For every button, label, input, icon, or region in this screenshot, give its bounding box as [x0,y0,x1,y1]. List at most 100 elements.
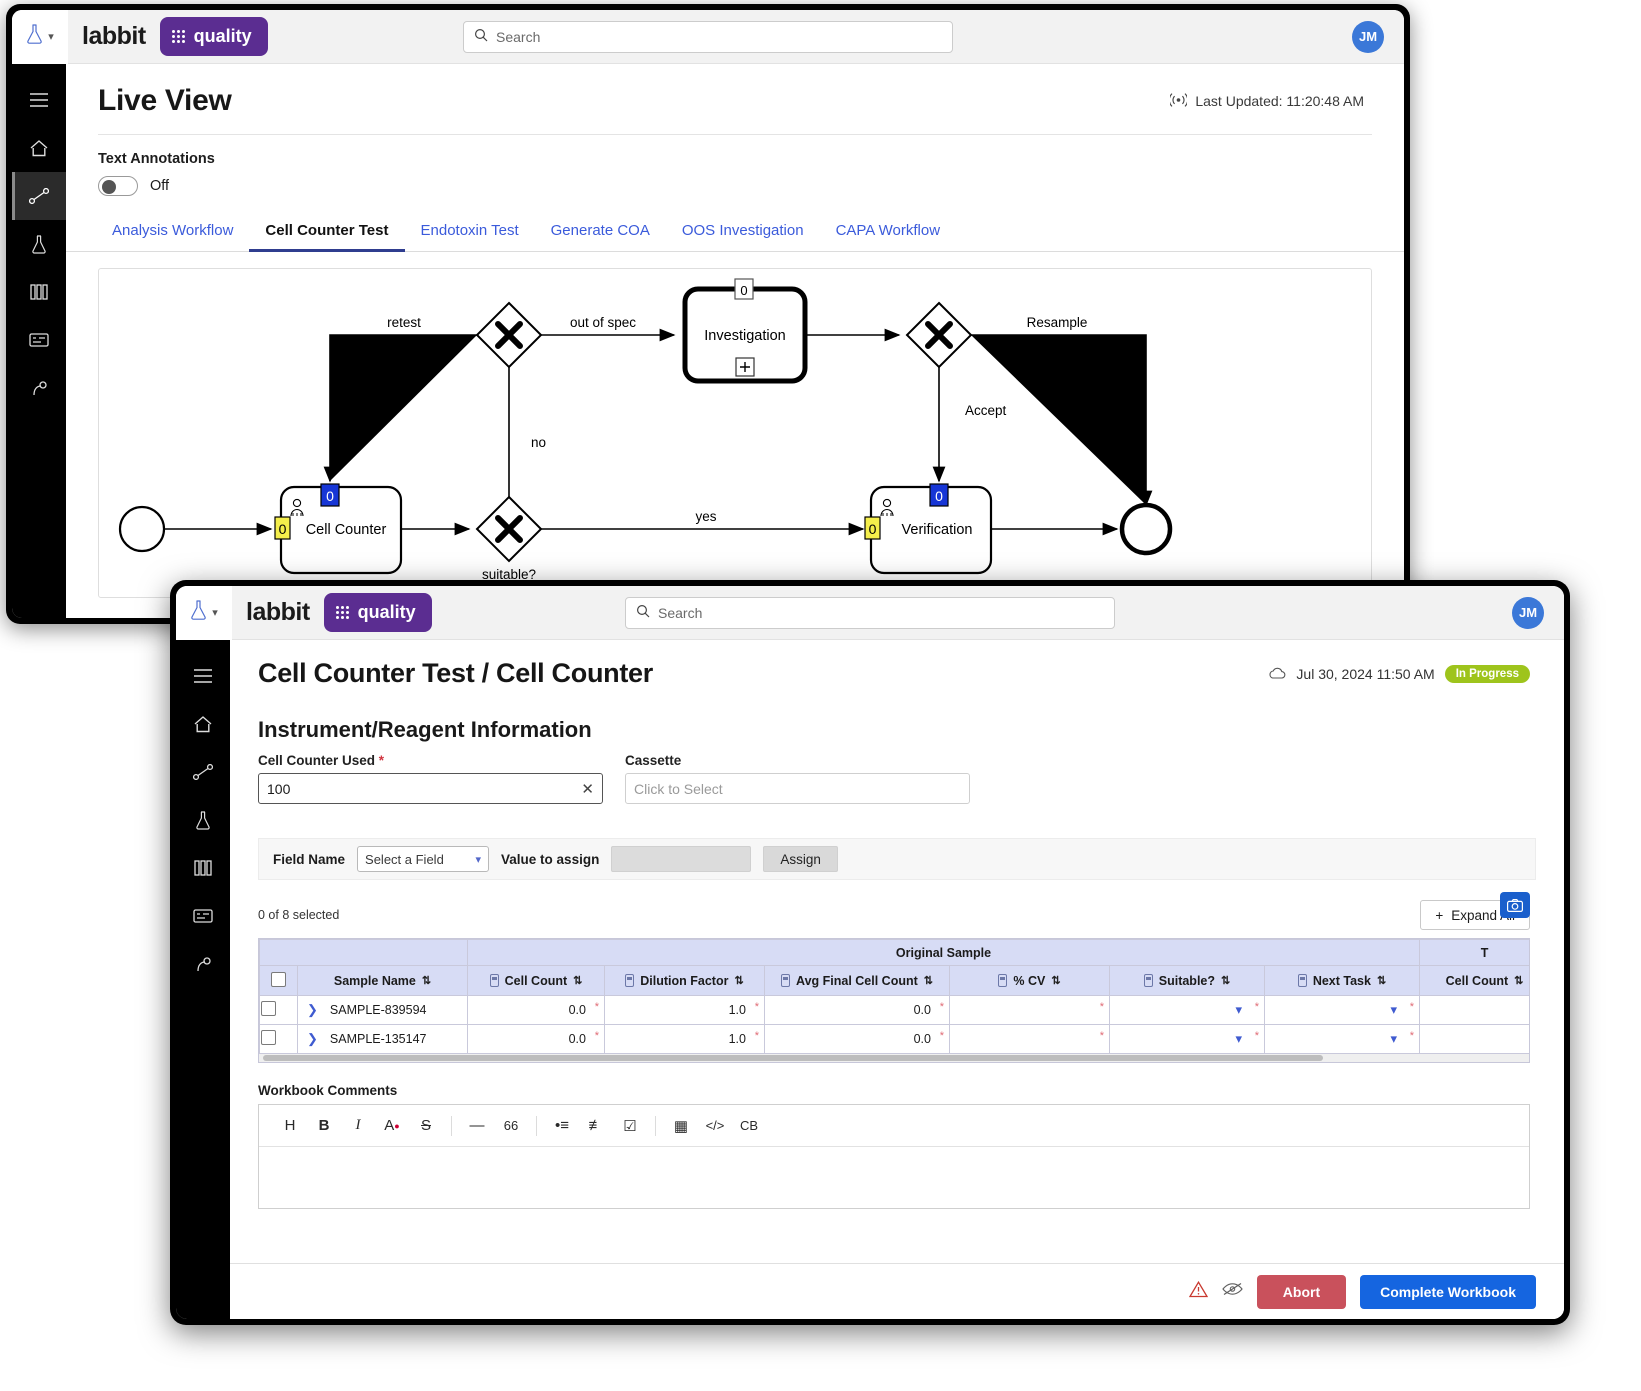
th-next-task[interactable]: Next Task ⇅ [1263,965,1421,996]
sidebar-item-samples-w2[interactable] [176,844,230,892]
cell-avg-final-cell-count[interactable]: 0.0 * [764,995,950,1025]
sidebar-item-home[interactable] [12,124,66,172]
avatar-w1[interactable]: JM [1352,20,1384,53]
chevron-down-icon-suitable[interactable]: ▾ [1235,1002,1242,1018]
bpmn-diagram-canvas[interactable]: 0 0 Cell Counter suitable? no retest out… [98,268,1372,598]
chevron-down-icon-next-task[interactable]: ▾ [1390,1002,1397,1018]
cell-dilution-factor[interactable]: 1.0 * [604,995,765,1025]
chevron-down-icon-next-task[interactable]: ▾ [1390,1031,1397,1047]
sidebar-item-experiments-w2[interactable] [176,796,230,844]
sidebar-item-reports[interactable] [12,364,66,412]
chevron-down-icon-suitable[interactable]: ▾ [1235,1031,1242,1047]
workbook-comments-editor[interactable]: H B I A ● S — 66 •≡ ≢ ☑ ▦ </> CB [258,1104,1530,1209]
warning-icon[interactable] [1188,1280,1208,1303]
cell-cell-count-2[interactable] [1419,995,1529,1025]
th-select-all[interactable] [259,965,298,996]
th-avg-final-cell-count[interactable]: Avg Final Cell Count ⇅ [764,965,950,996]
tab-generate-coa[interactable]: Generate COA [535,222,666,251]
tab-cell-counter-test[interactable]: Cell Counter Test [249,222,405,252]
sidebar-item-menu-w2[interactable] [176,652,230,700]
sidebar-item-reports-w2[interactable] [176,940,230,988]
th-dilution-factor[interactable]: Dilution Factor ⇅ [604,965,765,996]
app-chip-quality-w2[interactable]: quality [323,593,432,632]
tab-capa-workflow[interactable]: CAPA Workflow [820,222,956,251]
bold-icon[interactable]: B [307,1111,341,1141]
clear-icon[interactable]: ✕ [581,780,594,798]
sidebar-item-menu[interactable] [12,76,66,124]
workspace-switcher-w2[interactable]: ▾ [176,586,232,640]
cell-cell-count[interactable]: 0.0 * [467,995,605,1025]
camera-button[interactable] [1500,892,1530,918]
cell-dilution-factor[interactable]: 1.0 * [604,1024,765,1054]
cell-suitable[interactable]: ▾ * [1109,1024,1265,1054]
numbered-list-icon[interactable]: ≢ [579,1111,613,1141]
quote-icon[interactable]: 66 [494,1111,528,1141]
search-input-w1[interactable]: Search [463,20,953,53]
sort-icon[interactable]: ⇅ [734,974,743,987]
th-sample-name[interactable]: Sample Name ⇅ [297,965,468,996]
table-horizontal-scrollbar[interactable] [259,1054,1529,1062]
input-value-to-assign[interactable] [611,846,752,872]
cell-cell-count-2[interactable] [1419,1024,1529,1054]
cell-percent-cv[interactable]: * [949,1024,1110,1054]
input-cassette[interactable]: Click to Select [625,773,970,804]
table-icon[interactable]: ▦ [664,1111,698,1141]
bullet-list-icon[interactable]: •≡ [545,1111,579,1141]
assign-button[interactable]: Assign [763,846,838,872]
workspace-switcher[interactable]: ▾ [12,10,68,64]
sidebar-item-workflows[interactable] [12,172,66,220]
heading-icon[interactable]: H [273,1111,307,1141]
sort-icon[interactable]: ⇅ [422,974,431,987]
th-percent-cv[interactable]: % CV ⇅ [949,965,1110,996]
sort-icon[interactable]: ⇅ [573,974,582,987]
tab-oos-investigation[interactable]: OOS Investigation [666,222,820,251]
row-checkbox-cell[interactable] [259,1024,298,1054]
cell-next-task[interactable]: ▾ * [1263,1024,1421,1054]
select-field-name[interactable]: Select a Field ▾ [357,846,490,872]
search-input-w2[interactable]: Search [625,596,1115,629]
samples-table-wrapper[interactable]: Original Sample T Sample Name ⇅ Cell Coun… [258,938,1530,1063]
sort-icon[interactable]: ⇅ [1377,974,1386,987]
sort-icon[interactable]: ⇅ [1221,974,1230,987]
checklist-icon[interactable]: ☑ [613,1111,647,1141]
italic-icon[interactable]: I [341,1111,375,1141]
sidebar-item-experiments[interactable] [12,220,66,268]
complete-workbook-button[interactable]: Complete Workbook [1360,1274,1536,1309]
sidebar-item-workflows-w2[interactable] [176,748,230,796]
code-block-icon[interactable]: CB [732,1111,766,1141]
eye-off-icon[interactable] [1222,1282,1243,1301]
sort-icon[interactable]: ⇅ [1051,974,1060,987]
text-color-icon[interactable]: A ● [375,1111,409,1141]
row-checkbox[interactable] [261,1001,276,1016]
horizontal-rule-icon[interactable]: — [460,1111,494,1141]
sidebar-item-instruments[interactable] [12,316,66,364]
expand-row-icon[interactable]: ❯ [307,1031,318,1047]
strikethrough-icon[interactable]: S [409,1111,443,1141]
avatar-w2[interactable]: JM [1512,596,1544,629]
sidebar-item-samples[interactable] [12,268,66,316]
row-checkbox[interactable] [261,1030,276,1045]
comments-textarea[interactable] [259,1147,1529,1207]
code-icon[interactable]: </> [698,1111,732,1141]
sort-icon[interactable]: ⇅ [924,974,933,987]
scroll-thumb[interactable] [263,1055,1323,1061]
sidebar-item-instruments-w2[interactable] [176,892,230,940]
app-chip-quality[interactable]: quality [159,17,268,56]
th-suitable[interactable]: Suitable? ⇅ [1109,965,1265,996]
cell-suitable[interactable]: ▾ * [1109,995,1265,1025]
cell-next-task[interactable]: ▾ * [1263,995,1421,1025]
sidebar-item-home-w2[interactable] [176,700,230,748]
text-annotations-toggle[interactable] [98,176,138,196]
cell-avg-final-cell-count[interactable]: 0.0 * [764,1024,950,1054]
row-checkbox-cell[interactable] [259,995,298,1025]
input-cell-counter-used[interactable]: 100 ✕ [258,773,603,804]
abort-button[interactable]: Abort [1256,1274,1347,1309]
tab-endotoxin-test[interactable]: Endotoxin Test [405,222,535,251]
tab-analysis-workflow[interactable]: Analysis Workflow [98,222,249,251]
cell-cell-count[interactable]: 0.0 * [467,1024,605,1054]
cell-percent-cv[interactable]: * [949,995,1110,1025]
th-cell-count-2[interactable]: Cell Count ⇅ [1419,965,1529,996]
th-cell-count[interactable]: Cell Count ⇅ [467,965,605,996]
sort-icon[interactable]: ⇅ [1514,974,1523,987]
expand-row-icon[interactable]: ❯ [307,1002,318,1018]
